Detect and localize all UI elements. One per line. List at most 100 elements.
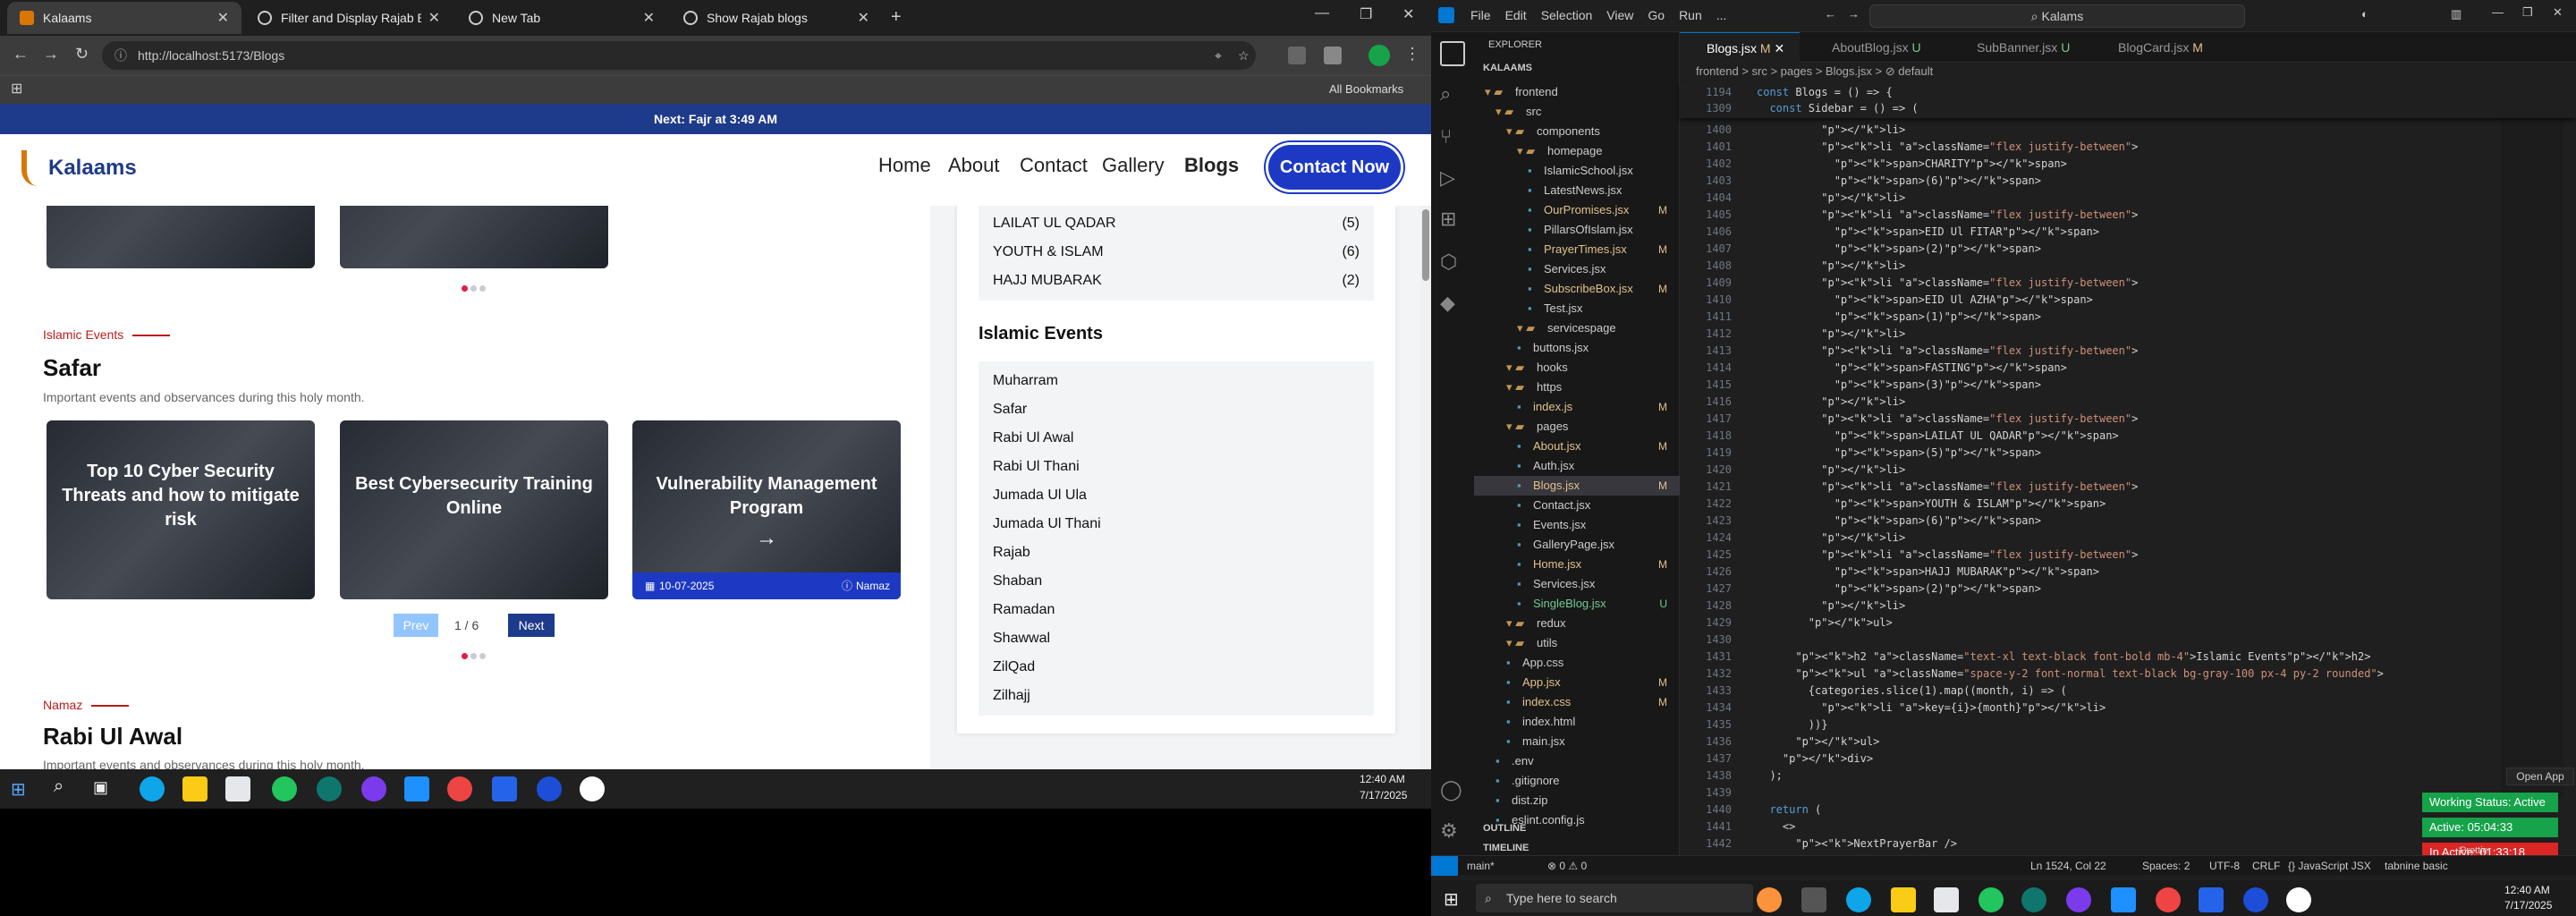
file-item[interactable]: ▪ PrayerTimes.jsx M — [1474, 240, 1680, 259]
event-item[interactable]: Muharram — [979, 367, 1374, 395]
problems-count[interactable]: ⊗ 0 ⚠ 0 — [1547, 860, 1587, 872]
remote-indicator-icon[interactable] — [1431, 856, 1458, 876]
close-tab-icon[interactable]: ✕ — [217, 9, 229, 27]
folder-item[interactable]: ▾ ▰ components — [1474, 122, 1680, 141]
event-item[interactable]: Jumada Ul Ula — [979, 481, 1374, 510]
eol[interactable]: CRLF — [2252, 860, 2280, 872]
folder-item[interactable]: ▾ ▰ utils — [1474, 633, 1680, 653]
menu-kebab-icon[interactable]: ⋮ — [1404, 45, 1420, 64]
timeline-section[interactable]: TIMELINE — [1483, 843, 1529, 853]
file-item[interactable]: ▪ App.jsx M — [1474, 673, 1680, 692]
event-item[interactable]: Shawwal — [979, 624, 1374, 653]
browser-tab-newtab[interactable]: New Tab ✕ — [456, 2, 667, 34]
folder-item[interactable]: ▾ ▰ src — [1474, 102, 1680, 122]
profile-avatar[interactable] — [1368, 45, 1390, 66]
settings-gear-icon[interactable]: ⚙ — [1440, 819, 1465, 844]
back-icon[interactable]: ← — [1825, 7, 1836, 21]
editor-tab-blogs[interactable]: Blogs.jsx M ✕ — [1680, 32, 1800, 63]
file-item[interactable]: ▪ Services.jsx — [1474, 574, 1680, 594]
maximize-icon[interactable]: ❐ — [2522, 5, 2533, 20]
run-debug-icon[interactable]: ▷ — [1440, 166, 1465, 191]
windows-start-icon[interactable]: ⊞ — [1444, 888, 1459, 911]
minimize-icon[interactable]: — — [1315, 5, 1329, 21]
app-icon[interactable] — [580, 776, 605, 802]
encoding[interactable]: UTF-8 — [2209, 860, 2240, 872]
close-window-icon[interactable]: ✕ — [1402, 5, 1414, 23]
file-item[interactable]: ▪ SubscribeBox.jsx M — [1474, 279, 1680, 299]
explorer-icon[interactable] — [1440, 41, 1465, 66]
event-item[interactable]: Safar — [979, 395, 1374, 424]
file-item[interactable]: ▪ LatestNews.jsx — [1474, 181, 1680, 200]
minimize-icon[interactable]: — — [2492, 5, 2504, 19]
folder-item[interactable]: ▾ ▰ redux — [1474, 614, 1680, 633]
nav-home[interactable]: Home — [878, 154, 931, 177]
workspace-root[interactable]: KALAAMS — [1483, 63, 1532, 73]
file-item[interactable]: ▪ Auth.jsx — [1474, 456, 1680, 476]
contact-now-button[interactable]: Contact Now — [1268, 145, 1401, 190]
file-item[interactable]: ▪ App.css — [1474, 653, 1680, 673]
event-item[interactable]: ZilQad — [979, 653, 1374, 682]
file-item[interactable]: ▪ Services.jsx — [1474, 259, 1680, 279]
browser-tab-rajab[interactable]: Show Rajab blogs ✕ — [671, 2, 882, 34]
event-item[interactable]: Ramadan — [979, 596, 1374, 624]
minimap[interactable] — [2501, 82, 2563, 798]
file-item[interactable]: ▪ .env — [1474, 751, 1680, 771]
file-explorer-icon[interactable] — [182, 776, 208, 802]
menu-run[interactable]: Run — [1679, 8, 1702, 22]
browser-tab-kalaams[interactable]: Kalaams ✕ — [7, 2, 242, 34]
file-item[interactable]: ▪ index.html — [1474, 712, 1680, 732]
close-tab-icon[interactable]: ✕ — [428, 9, 440, 27]
github-icon[interactable] — [361, 776, 386, 802]
store-icon[interactable] — [225, 776, 250, 802]
category-item[interactable]: HAJJ MUBARAK (2) — [979, 267, 1374, 295]
store-icon[interactable] — [1934, 887, 1959, 912]
page-scrollbar[interactable] — [1420, 206, 1431, 787]
bookmark-star-icon[interactable]: ☆ — [1238, 41, 1250, 70]
folder-item[interactable]: ▾ ▰ pages — [1474, 417, 1680, 437]
extension-icon[interactable] — [1288, 47, 1306, 64]
file-item[interactable]: ▪ About.jsx M — [1474, 437, 1680, 456]
blog-card[interactable]: Best Cybersecurity Training Online — [340, 420, 608, 599]
carousel-dot[interactable] — [462, 285, 468, 292]
git-branch[interactable]: main* — [1467, 860, 1495, 872]
file-item[interactable]: ▪ buttons.jsx — [1474, 338, 1680, 358]
nav-gallery[interactable]: Gallery — [1102, 154, 1165, 177]
layout-icon[interactable]: ▥ — [2451, 7, 2462, 21]
chrome-icon[interactable] — [1979, 887, 2004, 912]
command-center-search[interactable]: ⌕ Kalams — [1869, 4, 2245, 28]
blog-card-top-2[interactable] — [340, 206, 608, 268]
event-item[interactable]: Rajab — [979, 539, 1374, 567]
carousel-dot[interactable] — [470, 653, 477, 659]
folder-item[interactable]: ▾ ▰ frontend — [1474, 82, 1680, 102]
file-item[interactable]: ▪ index.css M — [1474, 692, 1680, 712]
carousel-dot[interactable] — [470, 285, 477, 292]
menu-view[interactable]: View — [1606, 8, 1633, 22]
app-icon[interactable] — [492, 776, 517, 802]
app-icon[interactable] — [2199, 887, 2224, 912]
carousel-dot[interactable] — [479, 653, 486, 659]
search-icon[interactable]: ⌕ — [54, 776, 64, 797]
carousel-dot[interactable] — [479, 285, 486, 292]
chrome-icon[interactable] — [2156, 887, 2181, 912]
file-item[interactable]: ▪ main.jsx — [1474, 732, 1680, 751]
browser-tab-filter[interactable]: Filter and Display Rajab Blog In... ✕ — [245, 2, 453, 34]
windows-start-icon[interactable]: ⊞ — [11, 778, 26, 801]
file-item[interactable]: ▪ Blogs.jsx M — [1474, 476, 1680, 496]
blog-card-top-1[interactable] — [47, 206, 315, 268]
editor-tab-aboutblog[interactable]: AboutBlog.jsx U — [1805, 32, 1945, 63]
open-app-button[interactable]: Open App — [2506, 768, 2574, 785]
site-info-icon[interactable]: ⓘ — [114, 41, 127, 70]
menu-more[interactable]: ... — [1716, 8, 1727, 22]
file-item[interactable]: ▪ OurPromises.jsx M — [1474, 200, 1680, 220]
file-item[interactable]: ▪ Contact.jsx — [1474, 496, 1680, 515]
menu-edit[interactable]: Edit — [1505, 8, 1527, 22]
folder-item[interactable]: ▾ ▰ hooks — [1474, 358, 1680, 377]
vscode-taskbar-icon[interactable] — [404, 776, 429, 802]
maximize-icon[interactable]: ❐ — [1360, 5, 1372, 23]
event-item[interactable]: Rabi Ul Thani — [979, 453, 1374, 481]
blog-card[interactable]: Vulnerability Management Program → ▦ 10-… — [632, 420, 901, 599]
taskbar-search-box[interactable]: ⌕ Type here to search — [1476, 884, 1753, 912]
nav-contact[interactable]: Contact — [1020, 154, 1088, 177]
emoji-widget-icon[interactable] — [1757, 887, 1782, 912]
category-item[interactable]: LAILAT UL QADAR (5) — [979, 209, 1374, 238]
